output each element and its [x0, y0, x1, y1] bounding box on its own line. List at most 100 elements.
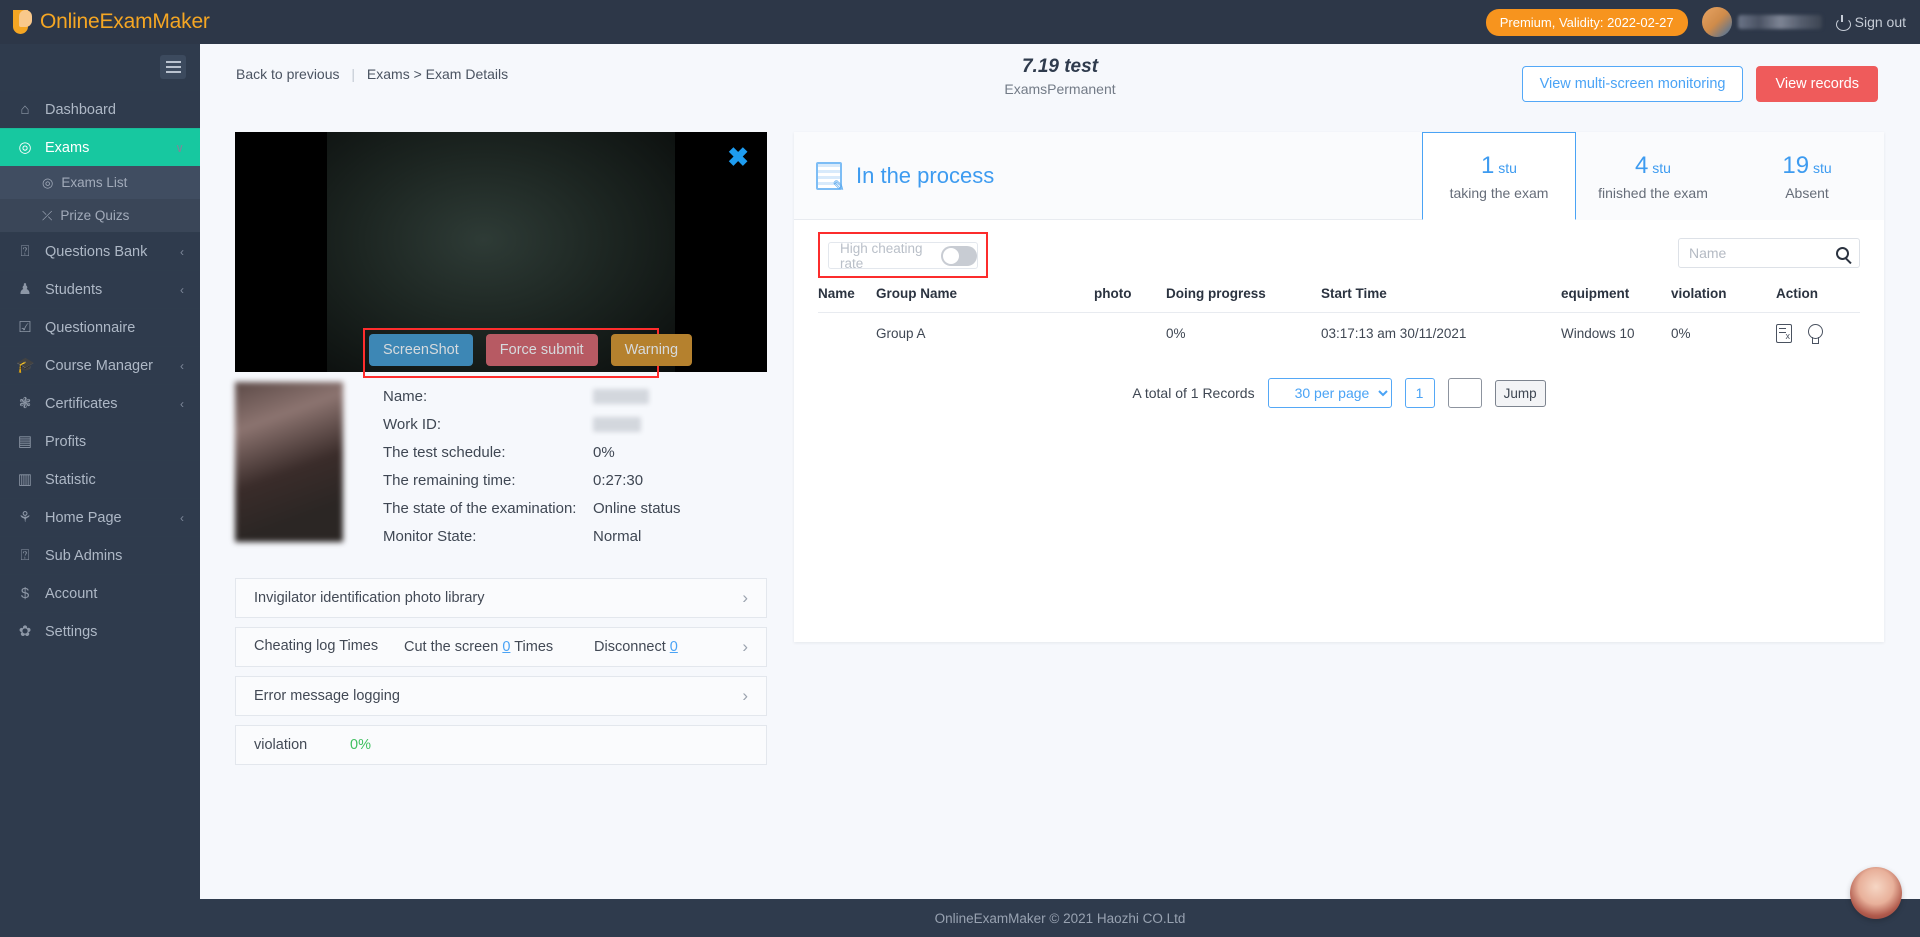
sidebar-item-dashboard[interactable]: ⌂ Dashboard	[0, 90, 200, 128]
question-circle-icon: ⍰	[20, 547, 30, 564]
sidebar: ⌂ Dashboard ◎ Exams ∨ ◎ Exams List ⤫ Pri…	[0, 44, 200, 937]
tab-count-value: 4	[1635, 151, 1649, 179]
sidebar-item-settings[interactable]: ✿ Settings	[0, 612, 200, 650]
footer: OnlineExamMaker © 2021 Haozhi CO.Ltd	[200, 899, 1920, 937]
tab-finished-the-exam[interactable]: 4 stu finished the exam	[1576, 132, 1730, 220]
cell-name	[818, 313, 876, 355]
search-input[interactable]	[1689, 245, 1829, 261]
chevron-left-icon: ‹	[180, 358, 184, 373]
screenshot-button[interactable]: ScreenShot	[369, 334, 473, 366]
sidebar-item-profits[interactable]: ▤ Profits	[0, 422, 200, 460]
checkbox-icon: ☑	[18, 319, 32, 336]
sidebar-item-questions-bank[interactable]: ⍰ Questions Bank ‹	[0, 232, 200, 270]
main-content: Back to previous | Exams > Exam Details …	[200, 44, 1920, 899]
chevron-down-icon: ∨	[175, 140, 184, 155]
sidebar-item-prize-quizs[interactable]: ⤫ Prize Quizs	[0, 199, 200, 232]
accordion-photo-library[interactable]: Invigilator identification photo library…	[235, 578, 767, 618]
brand-name: OnlineExamMaker	[40, 10, 210, 33]
students-table: Name Group Name photo Doing progress Sta…	[818, 286, 1860, 354]
detail-label: The remaining time:	[383, 472, 516, 489]
home-icon: ⌂	[20, 101, 30, 118]
sidebar-item-exams[interactable]: ◎ Exams ∨	[0, 128, 200, 166]
detail-label: Name:	[383, 388, 428, 405]
sidebar-item-sub-admins[interactable]: ⍰ Sub Admins	[0, 536, 200, 574]
sidebar-item-label: Profits	[45, 433, 87, 450]
sidebar-subitem-label: Prize Quizs	[60, 208, 130, 223]
cell-group: Group A	[876, 326, 926, 341]
pagination: A total of 1 Records 30 per page 1 Jump	[794, 378, 1884, 408]
top-bar: OnlineExamMaker Premium, Validity: 2022-…	[0, 0, 1920, 44]
accordion-error-log[interactable]: Error message logging ›	[235, 676, 767, 716]
warning-button[interactable]: Warning	[610, 334, 693, 366]
premium-badge[interactable]: Premium, Validity: 2022-02-27	[1485, 8, 1688, 36]
tab-taking-the-exam[interactable]: 1 stu taking the exam	[1422, 132, 1576, 220]
cut-screen-count[interactable]: 0	[502, 639, 510, 655]
sidebar-item-certificates[interactable]: ❃ Certificates ‹	[0, 384, 200, 422]
sidebar-toggle-wrap	[0, 44, 200, 90]
table-head: Name Group Name photo Doing progress Sta…	[818, 286, 1860, 313]
view-multi-screen-monitoring-button[interactable]: View multi-screen monitoring	[1521, 66, 1744, 102]
col-name: Name	[818, 286, 855, 301]
sidebar-item-statistic[interactable]: ▥ Statistic	[0, 460, 200, 498]
chevron-left-icon: ‹	[180, 396, 184, 411]
detail-monitor-state: Monitor State: Normal	[383, 528, 681, 545]
cell-progress: 0%	[1166, 326, 1186, 341]
accordion-cheating-log[interactable]: Cheating log Times Cut the screen 0 Time…	[235, 627, 767, 667]
page-number-current[interactable]: 1	[1404, 378, 1435, 408]
detail-label: The state of the examination:	[383, 500, 577, 517]
back-to-previous-link[interactable]: Back to previous	[236, 66, 340, 82]
sidebar-item-label: Dashboard	[45, 101, 116, 118]
view-records-button[interactable]: View records	[1756, 66, 1878, 102]
detail-remaining-time: The remaining time: 0:27:30	[383, 472, 681, 489]
table-body: Group A 0% 03:17:13 am 30/11/2021 Window…	[818, 313, 1860, 355]
close-icon[interactable]: ✖	[727, 144, 749, 170]
exam-paper-icon[interactable]	[1776, 324, 1792, 343]
sidebar-item-exams-list[interactable]: ◎ Exams List	[0, 166, 200, 199]
sign-out-button[interactable]: Sign out	[1835, 14, 1906, 31]
search-box[interactable]	[1678, 238, 1860, 268]
disconnect-count[interactable]: 0	[670, 639, 678, 655]
chevron-left-icon: ‹	[180, 510, 184, 525]
students-panel: In the process 1 stu taking the exam 4 s…	[794, 132, 1884, 642]
tab-absent[interactable]: 19 stu Absent	[1730, 132, 1884, 220]
sidebar-item-questionnaire[interactable]: ☑ Questionnaire	[0, 308, 200, 346]
accordion-violation: violation 0%	[235, 725, 767, 765]
in-the-process-header: In the process	[794, 132, 1422, 219]
onlineexammaker-logo-icon	[10, 8, 36, 36]
toggle-label: High cheating rate	[840, 240, 923, 271]
avatar	[1701, 7, 1732, 37]
col-group: Group Name	[876, 286, 958, 301]
disconnect-stat: Disconnect 0	[594, 639, 678, 655]
force-submit-button[interactable]: Force submit	[485, 334, 598, 366]
cut-screen-stat: Cut the screen 0 Times	[404, 639, 594, 655]
hamburger-menu-icon[interactable]	[160, 55, 186, 79]
support-chat-button[interactable]	[1850, 867, 1902, 919]
video-monitor: ✖ ScreenShot Force submit Warning	[235, 132, 767, 378]
col-action: Action	[1776, 286, 1818, 301]
monitor-camera-icon[interactable]	[1806, 324, 1823, 344]
cell-start-time: 03:17:13 am 30/11/2021	[1321, 326, 1467, 341]
sidebar-item-home-page[interactable]: ⚘ Home Page ‹	[0, 498, 200, 536]
sidebar-subitem-label: Exams List	[61, 175, 128, 190]
breadcrumb: Back to previous | Exams > Exam Details	[236, 66, 508, 82]
col-violation: violation	[1671, 286, 1727, 301]
search-icon[interactable]	[1836, 246, 1849, 260]
page-jump-input[interactable]	[1447, 378, 1482, 408]
brand-logo[interactable]: OnlineExamMaker	[0, 8, 210, 36]
detail-label: Monitor State:	[383, 528, 477, 545]
table-row[interactable]: Group A 0% 03:17:13 am 30/11/2021 Window…	[818, 313, 1860, 355]
user-menu[interactable]	[1701, 7, 1822, 37]
header-actions: View multi-screen monitoring View record…	[1521, 66, 1878, 102]
toggle-switch[interactable]	[941, 245, 977, 266]
tab-label: finished the exam	[1598, 184, 1708, 201]
sidebar-item-students[interactable]: ♟ Students ‹	[0, 270, 200, 308]
tab-count: 4 stu	[1635, 152, 1671, 180]
jump-button[interactable]: Jump	[1494, 379, 1546, 407]
per-page-select[interactable]: 30 per page	[1267, 378, 1392, 408]
high-cheating-rate-toggle[interactable]: High cheating rate	[828, 240, 978, 271]
cell-violation: 0%	[1671, 326, 1691, 341]
sidebar-item-course-manager[interactable]: 🎓 Course Manager ‹	[0, 346, 200, 384]
sidebar-item-label: Questions Bank	[45, 243, 148, 260]
sidebar-item-account[interactable]: $ Account	[0, 574, 200, 612]
gear-icon: ✿	[18, 623, 32, 640]
